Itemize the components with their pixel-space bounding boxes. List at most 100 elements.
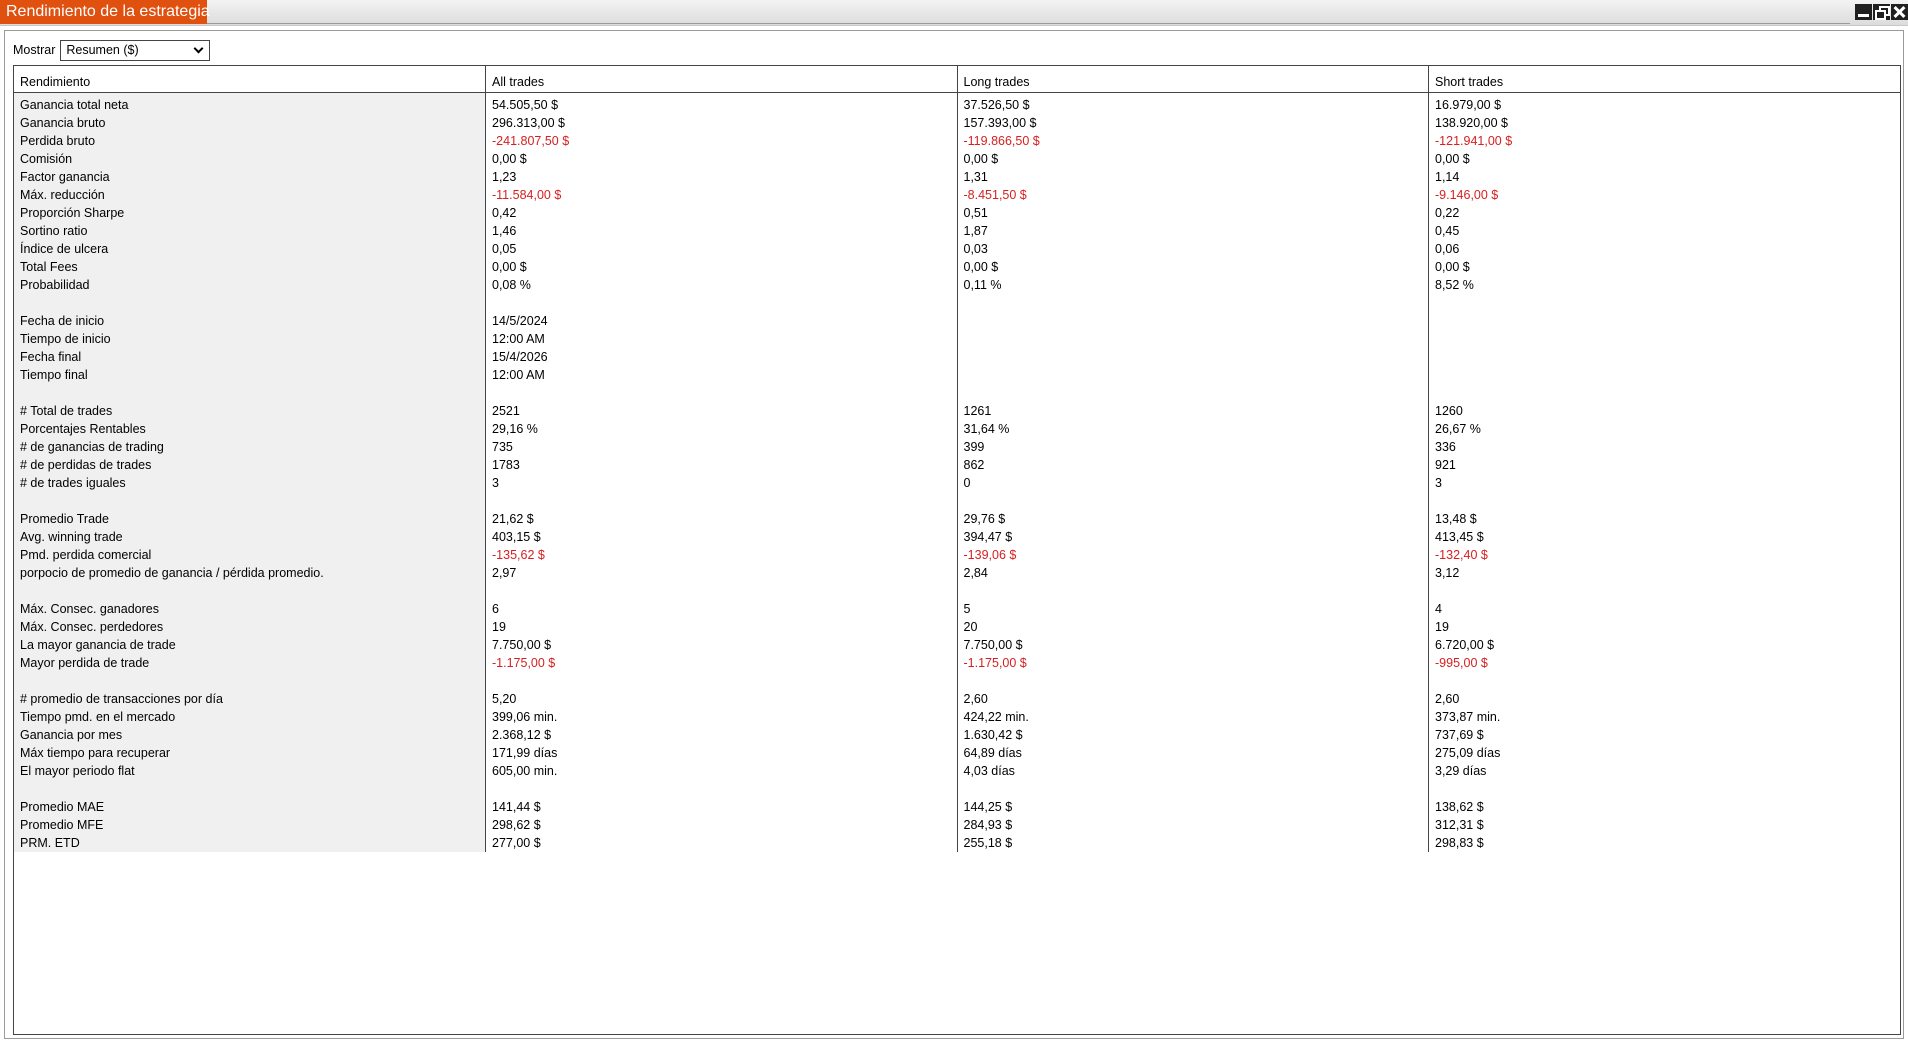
column-header-short-trades[interactable]: Short trades [1428,66,1900,93]
metric-label-cell: # promedio de transacciones por día [14,689,486,708]
metric-label-cell: # de trades iguales [14,473,486,492]
table-row[interactable] [14,491,1900,510]
table-row[interactable]: Máx. reducción -11.584,00 $ -8.451,50 $ -9.… [14,185,1900,204]
table-row[interactable]: PRM. ETD 277,00 $255,18 $298,83 $ [14,833,1900,852]
table-row[interactable] [14,779,1900,798]
all-trades-cell [485,383,957,402]
all-trades-cell: -11.584,00 $ [485,185,957,204]
metric-label-cell: Promedio MFE [14,815,486,834]
metric-label-cell: Máx. Consec. ganadores [14,599,486,618]
table-row[interactable]: Proporción Sharpe 0,42 0,51 0,22 [14,203,1900,222]
table-row[interactable]: Perdida bruto -241.807,50 $ -119.866,50 $ -… [14,131,1900,150]
table-row[interactable] [14,383,1900,402]
short-trades-cell: 0,00 $ [1428,257,1900,276]
table-row[interactable]: Índice de ulcera 0,05 0,03 0,06 [14,239,1900,258]
table-row[interactable]: Ganancia total neta 54.505,50 $37.526,50 … [14,92,1900,114]
table-row[interactable]: # Total de trades 2521 1261 1260 [14,401,1900,420]
table-row[interactable]: Ganancia por mes 2.368,12 $1.630,42 $737,… [14,725,1900,744]
title-divider [207,23,1850,24]
short-trades-cell: 298,83 $ [1428,833,1900,852]
column-header-metric[interactable]: Rendimiento [14,66,486,93]
table-row[interactable]: La mayor ganancia de trade 7.750,00 $7.75… [14,635,1900,654]
metric-label-cell: Avg. winning trade [14,527,486,546]
table-row[interactable]: porpocio de promedio de ganancia / pérdi… [14,563,1900,582]
short-trades-cell [1428,311,1900,330]
all-trades-cell: 1,46 [485,221,957,240]
show-label: Mostrar [13,43,56,57]
table-row[interactable] [14,671,1900,690]
table-row[interactable]: # de ganancias de trading 735 399 336 [14,437,1900,456]
all-trades-cell: 605,00 min. [485,761,957,780]
performance-grid[interactable]: Rendimiento All trades Long trades Short… [13,65,1901,1035]
long-trades-cell: 255,18 $ [956,833,1429,852]
short-trades-cell: 3,12 [1428,563,1900,582]
restore-icon[interactable] [1873,4,1890,20]
short-trades-cell: 1260 [1428,401,1900,420]
long-trades-cell: 284,93 $ [956,815,1429,834]
table-row[interactable]: Promedio Trade 21,62 $29,76 $13,48 $ [14,509,1900,528]
table-row[interactable]: # de perdidas de trades 1783 862 921 [14,455,1900,474]
metric-label-cell: Máx. reducción [14,185,486,204]
all-trades-cell: 12:00 AM [485,365,957,384]
metric-label-cell: Tiempo final [14,365,486,384]
table-row[interactable]: El mayor periodo flat 605,00 min. 4,03 día… [14,761,1900,780]
table-row[interactable]: Total Fees 0,00 $0,00 $0,00 $ [14,257,1900,276]
table-row[interactable]: Máx. Consec. perdedores 19 20 19 [14,617,1900,636]
all-trades-cell: 14/5/2024 [485,311,957,330]
metric-label-cell: Promedio Trade [14,509,486,528]
long-trades-cell: 0,00 $ [956,149,1429,168]
all-trades-cell [485,491,957,510]
table-row[interactable]: Tiempo final 12:00 AM [14,365,1900,384]
long-trades-cell [956,365,1429,384]
metric-label-cell: # Total de trades [14,401,486,420]
table-row[interactable] [14,293,1900,312]
long-trades-cell [956,491,1429,510]
metric-label-cell: Perdida bruto [14,131,486,150]
table-row[interactable]: Probabilidad 0,08 % 0,11 % 8,52 % [14,275,1900,294]
table-row[interactable]: Máx tiempo para recuperar 171,99 días 64,8… [14,743,1900,762]
metric-label-cell: Comisión [14,149,486,168]
table-row[interactable]: Mayor perdida de trade -1.175,00 $ -1.175,… [14,653,1900,672]
table-row[interactable]: Fecha final 15/4/2026 [14,347,1900,366]
table-row[interactable]: Máx. Consec. ganadores 6 5 4 [14,599,1900,618]
column-header-all-trades[interactable]: All trades [485,66,957,93]
short-trades-cell [1428,329,1900,348]
short-trades-cell: 921 [1428,455,1900,474]
table-row[interactable] [14,581,1900,600]
short-trades-cell: 138.920,00 $ [1428,113,1900,132]
table-row[interactable]: # promedio de transacciones por día 5,20 2… [14,689,1900,708]
all-trades-cell: 12:00 AM [485,329,957,348]
table-row[interactable]: # de trades iguales 3 0 3 [14,473,1900,492]
table-row[interactable]: Tiempo de inicio 12:00 AM [14,329,1900,348]
display-mode-select[interactable]: Resumen ($) [60,39,211,61]
long-trades-cell: 399 [956,437,1429,456]
table-row[interactable]: Tiempo pmd. en el mercado 399,06 min. 424,… [14,707,1900,726]
metric-label-cell [14,491,486,510]
column-header-long-trades[interactable]: Long trades [956,66,1429,93]
window-title[interactable]: Rendimiento de la estrategia [0,0,210,24]
table-row[interactable]: Pmd. perdida comercial -135,62 $ -139,06 $… [14,545,1900,564]
minimize-icon[interactable] [1855,4,1872,20]
table-row[interactable]: Comisión 0,00 $0,00 $0,00 $ [14,149,1900,168]
long-trades-cell: 29,76 $ [956,509,1429,528]
long-trades-cell: -139,06 $ [956,545,1429,564]
short-trades-cell: 13,48 $ [1428,509,1900,528]
table-row[interactable]: Fecha de inicio 14/5/2024 [14,311,1900,330]
all-trades-cell: 735 [485,437,957,456]
short-trades-cell: 737,69 $ [1428,725,1900,744]
table-row[interactable]: Factor ganancia 1,23 1,31 1,14 [14,167,1900,186]
table-row[interactable]: Avg. winning trade 403,15 $394,47 $413,45… [14,527,1900,546]
table-row[interactable]: Promedio MAE 141,44 $144,25 $138,62 $ [14,797,1900,816]
long-trades-cell [956,293,1429,312]
all-trades-cell [485,581,957,600]
long-trades-cell: 0 [956,473,1429,492]
close-icon[interactable] [1891,4,1908,20]
long-trades-cell: 0,11 % [956,275,1429,294]
table-row[interactable]: Porcentajes Rentables 29,16 % 31,64 % 26,67… [14,419,1900,438]
all-trades-cell [485,671,957,690]
metric-label-cell: Probabilidad [14,275,486,294]
table-row[interactable]: Sortino ratio 1,46 1,87 0,45 [14,221,1900,240]
table-row[interactable]: Promedio MFE 298,62 $284,93 $312,31 $ [14,815,1900,834]
long-trades-cell [956,779,1429,798]
table-row[interactable]: Ganancia bruto 296.313,00 $157.393,00 $13… [14,113,1900,132]
